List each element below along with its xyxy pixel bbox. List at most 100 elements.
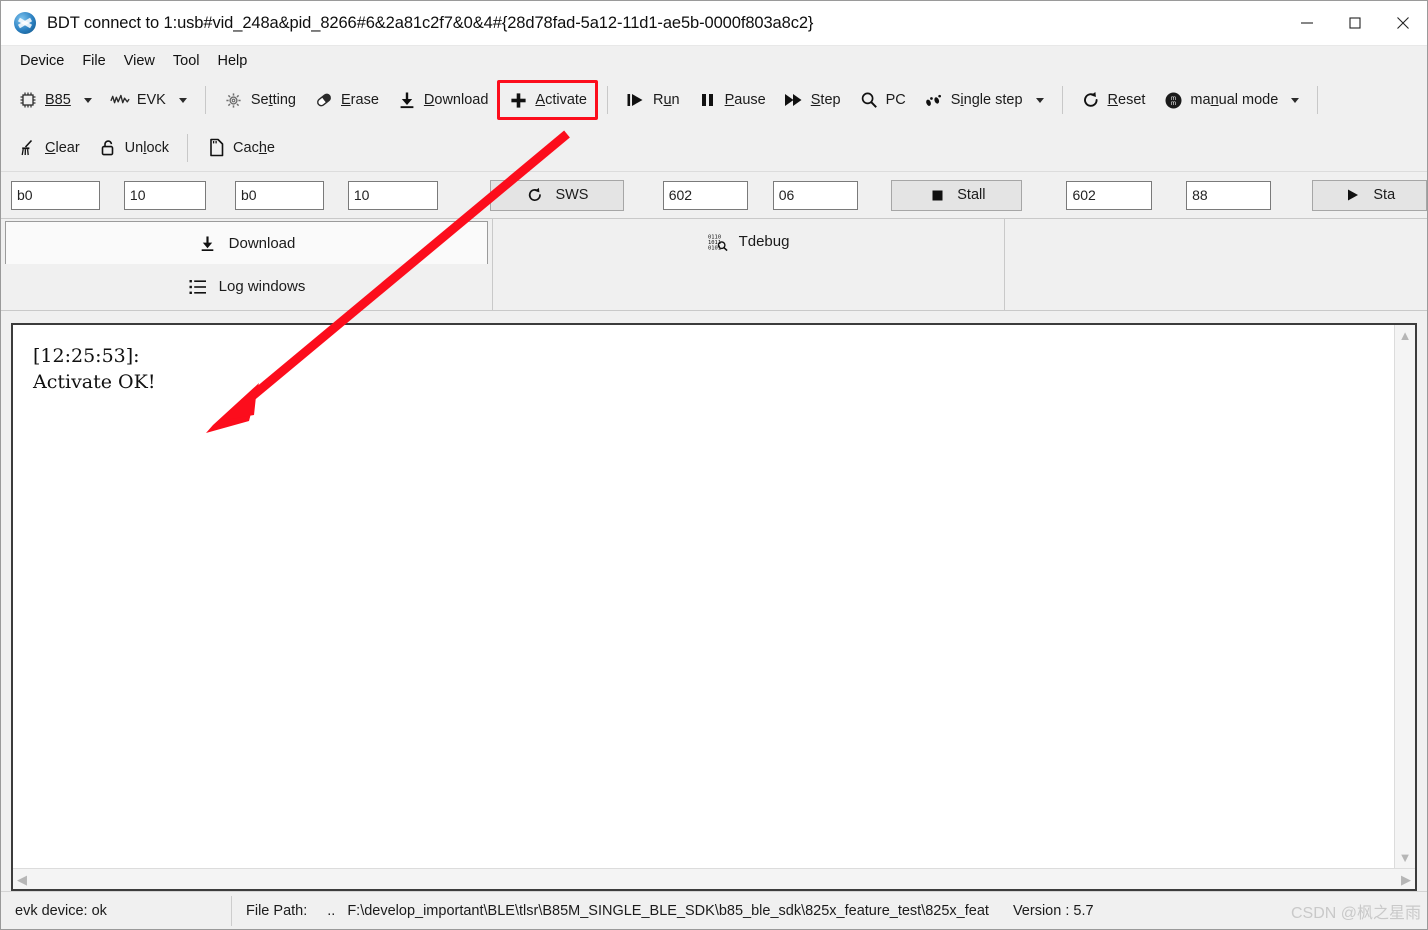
- download-arrow-icon: [397, 90, 417, 110]
- run-button[interactable]: Run: [617, 83, 689, 117]
- menu-item-file[interactable]: File: [73, 50, 114, 72]
- download-arrow-icon: [198, 233, 218, 253]
- addr1-input[interactable]: b0: [11, 180, 100, 210]
- refresh-icon: [1081, 90, 1101, 110]
- magnifier-icon: [859, 90, 879, 110]
- register-field-row: b0 10 b0 10 SWS 602 06 Stall 602 88 Sta: [1, 172, 1427, 219]
- fast-forward-icon: [784, 90, 804, 110]
- status-device: evk device: ok: [15, 902, 107, 919]
- chevron-left-icon[interactable]: ◀: [17, 873, 27, 886]
- erase-button[interactable]: Erase: [305, 83, 388, 117]
- tab-download[interactable]: Download: [5, 221, 488, 264]
- play-icon: [1343, 185, 1363, 205]
- menu-bar: Device File View Tool Help: [1, 46, 1427, 76]
- stall-data-input[interactable]: 88: [1186, 180, 1272, 210]
- chevron-down-icon[interactable]: [1291, 97, 1300, 103]
- len2-input[interactable]: 10: [347, 180, 438, 210]
- cache-button[interactable]: Cache: [197, 131, 284, 165]
- toolbar-divider: [1061, 86, 1063, 114]
- chevron-down-icon[interactable]: [178, 97, 187, 103]
- addr2-input[interactable]: b0: [234, 180, 324, 210]
- chevron-up-icon[interactable]: ▲: [1399, 329, 1412, 342]
- sws-addr-input[interactable]: 602: [662, 180, 748, 210]
- board-select-button[interactable]: EVK: [101, 83, 196, 117]
- log-text: [12:25:53]: Activate OK!: [33, 345, 156, 393]
- erase-label: Erase: [341, 92, 379, 108]
- secondary-toolbar: Clear Unlock Cache: [1, 124, 1427, 172]
- tab-log-windows[interactable]: Log windows: [1, 264, 492, 309]
- menu-item-help[interactable]: Help: [208, 50, 256, 72]
- stall-button[interactable]: Stall: [890, 179, 1023, 211]
- horizontal-scrollbar[interactable]: ◀ ▶: [13, 868, 1415, 889]
- sws-label: SWS: [555, 187, 589, 203]
- toolbar-divider: [187, 133, 189, 162]
- cache-label: Cache: [233, 139, 275, 156]
- start-label: Sta: [1373, 187, 1396, 203]
- mm-circle-icon: m m: [1163, 90, 1183, 110]
- eraser-icon: [314, 90, 334, 110]
- log-panel: [12:25:53]: Activate OK! ▲ ▼ ◀ ▶: [11, 323, 1417, 891]
- bdt-app-icon: [14, 12, 36, 34]
- unlock-button[interactable]: Unlock: [89, 131, 178, 165]
- vertical-scrollbar[interactable]: ▲ ▼: [1394, 325, 1415, 868]
- status-file-path-label: File Path:: [246, 902, 308, 919]
- pause-icon: [698, 90, 718, 110]
- stall-addr-input[interactable]: 602: [1066, 180, 1152, 210]
- gear-icon: [224, 90, 244, 110]
- pc-button[interactable]: PC: [850, 83, 915, 117]
- status-file-path: F:\develop_important\BLE\tlsr\B85M_SINGL…: [347, 902, 989, 919]
- tab-download-label: Download: [228, 234, 296, 252]
- status-version: Version : 5.7: [1012, 902, 1094, 919]
- refresh-icon: [525, 185, 545, 205]
- stop-square-icon: [927, 185, 947, 205]
- reset-label: Reset: [1107, 92, 1146, 108]
- chevron-right-icon[interactable]: ▶: [1401, 873, 1411, 886]
- tab-column-middle: 0110 1011 0101 Tdebug: [493, 219, 1005, 310]
- chip-icon: [18, 90, 38, 110]
- close-icon[interactable]: [1379, 1, 1427, 46]
- unlock-icon: [98, 138, 118, 158]
- chip-select-button[interactable]: B85: [9, 83, 101, 117]
- main-toolbar: B85 EVK Setting Erase Download Activate …: [1, 76, 1427, 124]
- setting-label: Setting: [250, 92, 296, 108]
- clear-button[interactable]: Clear: [9, 131, 89, 165]
- setting-button[interactable]: Setting: [215, 83, 305, 117]
- tab-bar: Download Log windows 0110 1011 0101 Tdeb…: [1, 219, 1427, 311]
- sws-button[interactable]: SWS: [489, 179, 625, 211]
- chevron-down-icon[interactable]: [1035, 97, 1044, 103]
- toolbar-divider: [204, 86, 206, 114]
- tab-column-left: Download Log windows: [1, 219, 493, 310]
- step-button[interactable]: Step: [775, 83, 850, 117]
- menu-item-tool[interactable]: Tool: [164, 50, 209, 72]
- toolbar-divider: [1317, 86, 1319, 114]
- tab-tdebug[interactable]: 0110 1011 0101 Tdebug: [493, 219, 1004, 264]
- download-button[interactable]: Download: [388, 83, 498, 117]
- broom-icon: [18, 138, 38, 158]
- minimize-icon[interactable]: [1283, 1, 1331, 46]
- binary-magnifier-icon: 0110 1011 0101: [708, 232, 728, 252]
- start-button[interactable]: Sta: [1311, 179, 1427, 211]
- list-icon: [188, 277, 208, 297]
- step-label: Step: [810, 92, 841, 108]
- chevron-down-icon[interactable]: [83, 97, 92, 103]
- chevron-down-icon[interactable]: ▼: [1399, 851, 1412, 864]
- mode-select-button[interactable]: m m manual mode: [1154, 83, 1308, 117]
- menu-item-device[interactable]: Device: [11, 50, 73, 72]
- menu-item-view[interactable]: View: [115, 50, 164, 72]
- board-select-label: EVK: [136, 92, 166, 108]
- bdt-application-window: BDT connect to 1:usb#vid_248a&pid_8266#6…: [0, 0, 1428, 930]
- sws-data-input[interactable]: 06: [772, 180, 858, 210]
- len1-input[interactable]: 10: [123, 180, 207, 210]
- title-bar: BDT connect to 1:usb#vid_248a&pid_8266#6…: [1, 1, 1427, 46]
- waveform-icon: [110, 90, 130, 110]
- maximize-icon[interactable]: [1331, 1, 1379, 46]
- tab-log-windows-label: Log windows: [218, 278, 306, 295]
- status-file-path-prefix: ..: [327, 902, 336, 919]
- single-step-button[interactable]: Single step: [915, 83, 1053, 117]
- sdcard-icon: [206, 138, 226, 158]
- pause-button[interactable]: Pause: [689, 83, 775, 117]
- reset-button[interactable]: Reset: [1072, 83, 1155, 117]
- toolbar-divider: [606, 86, 608, 114]
- window-controls: [1283, 1, 1427, 46]
- activate-button[interactable]: Activate: [497, 80, 598, 120]
